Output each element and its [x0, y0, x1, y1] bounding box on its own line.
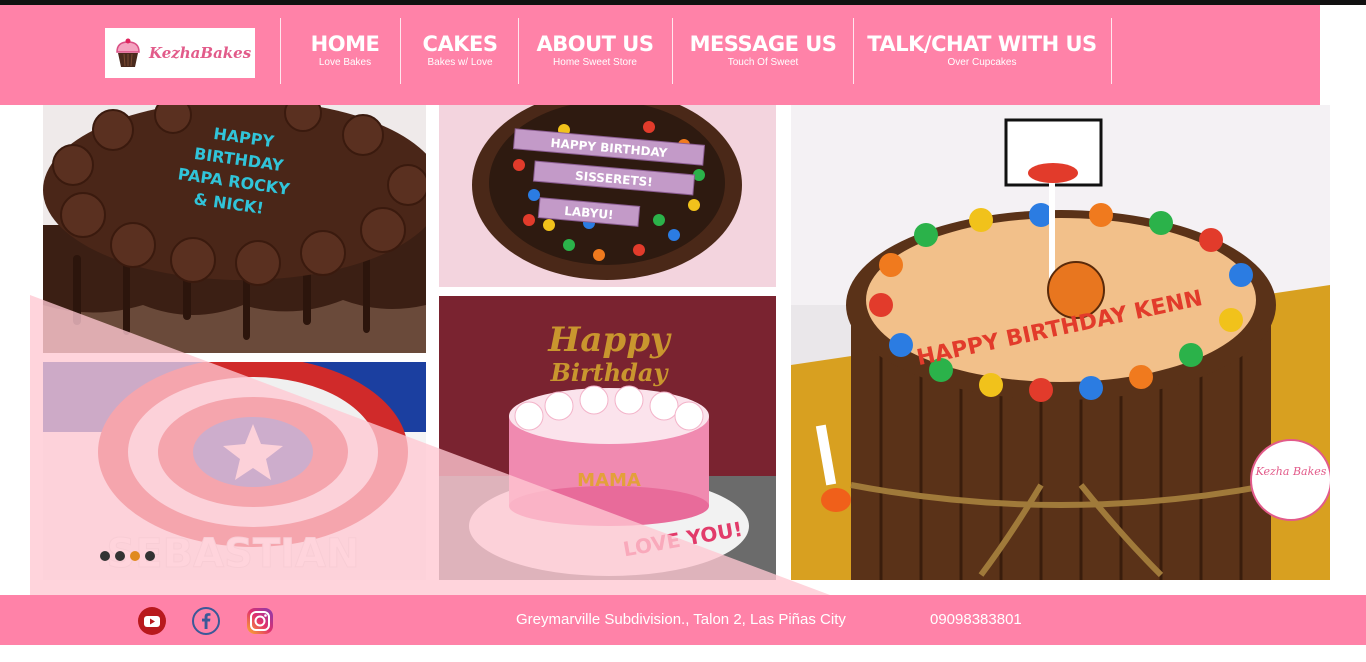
- gallery-image-basketball-cake[interactable]: HAPPY BIRTHDAY KENN Kezha Bakes: [791, 105, 1330, 580]
- facebook-icon: [192, 607, 220, 635]
- nav-divider: [672, 18, 673, 84]
- nav-item-home[interactable]: HOME Love Bakes: [300, 31, 390, 69]
- youtube-icon: [138, 607, 166, 635]
- instagram-link[interactable]: [245, 606, 275, 636]
- svg-text:Happy: Happy: [547, 320, 672, 360]
- nav-sub-talk: Over Cupcakes: [947, 57, 1017, 68]
- brand-name: KezhaBakes: [149, 44, 252, 62]
- chocolate-cake-illustration: HAPPY BIRTHDAY PAPA ROCKY & NICK!: [43, 105, 426, 353]
- svg-text:MAMA: MAMA: [577, 470, 641, 491]
- gallery-image-chocolate-cake[interactable]: HAPPY BIRTHDAY PAPA ROCKY & NICK!: [43, 105, 426, 353]
- slider-dot-4[interactable]: [145, 551, 155, 561]
- site-header: KezhaBakes HOME Love Bakes CAKES Bakes w…: [0, 5, 1320, 105]
- nav-divider: [280, 18, 281, 84]
- nav-title-home: HOME: [310, 32, 380, 56]
- nav-sub-message: Touch Of Sweet: [727, 57, 799, 68]
- footer-address: Greymarville Subdivision., Talon 2, Las …: [516, 611, 846, 628]
- slider-dot-2[interactable]: [115, 551, 125, 561]
- nav-divider: [518, 18, 519, 84]
- nav-item-talk-chat[interactable]: TALK/CHAT WITH US Over Cupcakes: [864, 31, 1100, 69]
- cupcake-icon: [116, 38, 140, 67]
- nav-item-message-us[interactable]: MESSAGE US Touch Of Sweet: [684, 31, 842, 69]
- brand-logo[interactable]: KezhaBakes: [105, 28, 255, 78]
- nav-title-message: MESSAGE US: [689, 32, 837, 56]
- svg-text:Birthday: Birthday: [550, 358, 670, 387]
- youtube-link[interactable]: [137, 606, 167, 636]
- nav-divider: [1111, 18, 1112, 84]
- slider-dot-1[interactable]: [100, 551, 110, 561]
- nav-item-cakes[interactable]: CAKES Bakes w/ Love: [414, 31, 506, 69]
- basketball-cake-illustration: HAPPY BIRTHDAY KENN Kezha Bakes: [791, 105, 1330, 580]
- candy-cake-illustration: HAPPY BIRTHDAY SISSERETS! LABYU!: [472, 105, 742, 280]
- nav-divider: [853, 18, 854, 84]
- nav-divider: [400, 18, 401, 84]
- nav-sub-home: Love Bakes: [318, 57, 372, 68]
- slider-dot-3[interactable]: [130, 551, 140, 561]
- site-footer: Greymarville Subdivision., Talon 2, Las …: [0, 595, 1366, 645]
- nav-sub-about: Home Sweet Store: [553, 57, 637, 68]
- svg-text:Kezha Bakes: Kezha Bakes: [1255, 465, 1327, 478]
- nav-title-about: ABOUT US: [536, 32, 654, 56]
- slider-dots: [100, 551, 155, 561]
- instagram-icon: [247, 608, 273, 634]
- gallery-image-candy-cake[interactable]: HAPPY BIRTHDAY SISSERETS! LABYU!: [439, 105, 776, 287]
- nav-title-talk: TALK/CHAT WITH US: [867, 32, 1097, 56]
- footer-phone[interactable]: 09098383801: [930, 611, 1022, 628]
- nav-title-cakes: CAKES: [422, 32, 498, 56]
- nav-item-about-us[interactable]: ABOUT US Home Sweet Store: [530, 31, 660, 69]
- facebook-link[interactable]: [191, 606, 221, 636]
- nav-sub-cakes: Bakes w/ Love: [427, 57, 493, 68]
